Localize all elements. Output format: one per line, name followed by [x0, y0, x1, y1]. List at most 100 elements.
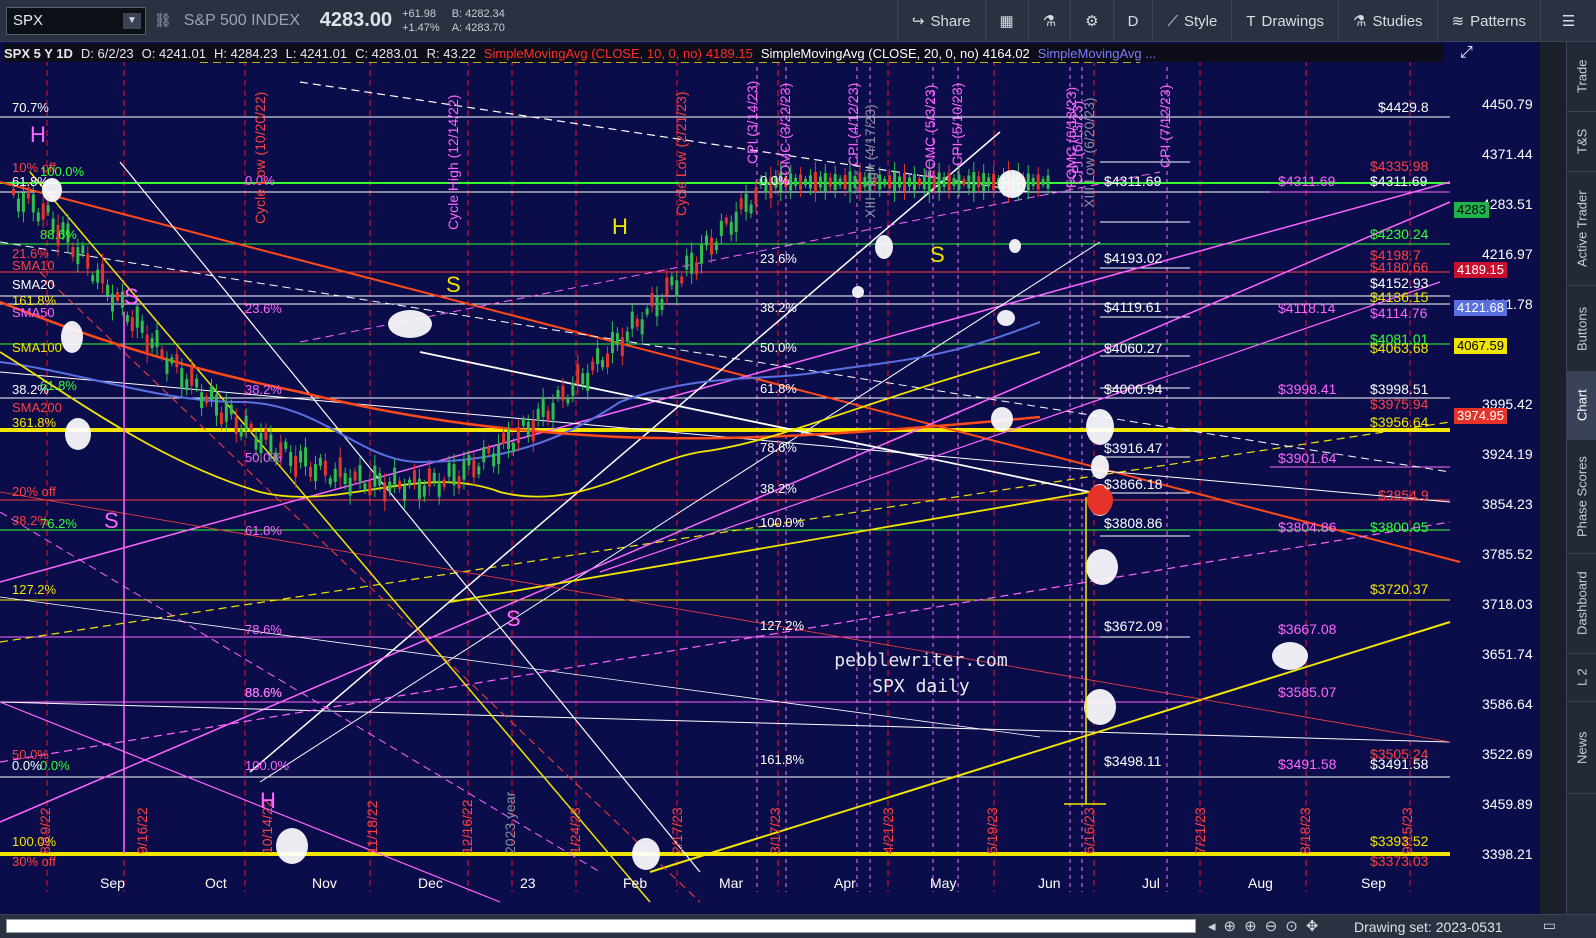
- candle-body: [571, 382, 575, 396]
- style-button[interactable]: ⟋ Style: [1152, 0, 1231, 42]
- candle-body: [581, 373, 585, 385]
- candle-body: [130, 317, 134, 332]
- candle-body: [561, 385, 565, 401]
- side-tab-trade[interactable]: Trade: [1567, 42, 1596, 112]
- candle-body: [967, 175, 971, 189]
- vertical-date-label: XIII Low (6/20/23): [1081, 97, 1097, 208]
- candle-body: [675, 280, 679, 297]
- zoom-fit-icon[interactable]: ⊙: [1285, 917, 1298, 935]
- vertical-date-label: FOMC (5/3/23): [922, 85, 938, 178]
- studies-button[interactable]: ⚗ Studies: [1338, 0, 1437, 42]
- sma-more-label[interactable]: SimpleMovingAvg ...: [1038, 46, 1156, 61]
- fib-label: 61.8%: [245, 523, 282, 538]
- candle-body: [1036, 174, 1040, 190]
- period-button[interactable]: D: [1112, 0, 1153, 42]
- price-axis[interactable]: 4450.79 4371.44 4283.51 4216.97 4141.78 3995.…: [1454, 42, 1540, 892]
- side-tab-t-s[interactable]: T&S: [1567, 112, 1596, 172]
- candle-body: [957, 174, 961, 190]
- side-tab-l-2[interactable]: L 2: [1567, 654, 1596, 702]
- candle-body: [185, 379, 189, 391]
- candle-body: [210, 385, 213, 400]
- candle-body: [462, 460, 466, 480]
- price-level-label: $3998.41: [1278, 381, 1337, 397]
- drawing-set-label[interactable]: Drawing set: 2023-0531: [1354, 919, 1503, 935]
- link-icon[interactable]: ⛓: [154, 12, 172, 29]
- candle-body: [219, 412, 223, 425]
- horizontal-scrollbar[interactable]: [6, 919, 1196, 933]
- ask-price: A: 4283.70: [451, 21, 505, 34]
- candle-body: [160, 349, 164, 358]
- side-tab-chart[interactable]: Chart: [1567, 372, 1596, 440]
- trend-line: [0, 701, 501, 903]
- candle-body: [323, 460, 327, 476]
- share-label: Share: [930, 12, 971, 30]
- candle-body: [833, 174, 837, 190]
- zoom-out-icon[interactable]: ⊖: [1265, 917, 1278, 935]
- marker-ellipse: [1086, 549, 1118, 585]
- pattern-letter: H: [612, 214, 628, 239]
- side-tab-dashboard[interactable]: Dashboard: [1567, 554, 1596, 654]
- candle-body: [205, 396, 209, 404]
- candle-body: [734, 211, 738, 232]
- vertical-date-label: 2/17/23: [669, 807, 685, 854]
- candle-body: [492, 453, 496, 467]
- pattern-letter: S: [124, 284, 139, 309]
- candle-body: [601, 360, 605, 368]
- collapse-icon[interactable]: ▭: [1543, 917, 1556, 934]
- chart-canvas[interactable]: 70.7%10% off61.8%100.0%0.0% 0.0%88.6%23.6…: [0, 42, 1540, 914]
- price-chart[interactable]: 70.7% 10% off 61.8% 100.0% 0.0% 0.0% 88.6% 23.6…: [0, 42, 1540, 914]
- side-tab-active-trader[interactable]: Active Trader: [1567, 172, 1596, 286]
- price-tick: 3459.89: [1482, 796, 1533, 812]
- back-icon[interactable]: ◂: [1208, 917, 1216, 935]
- candle-body: [695, 262, 699, 275]
- candle-body: [898, 176, 902, 188]
- side-tab-buttons[interactable]: Buttons: [1567, 286, 1596, 372]
- menu-button[interactable]: ☰: [1540, 0, 1596, 42]
- candle-body: [982, 173, 986, 191]
- flask-button[interactable]: ⚗: [1027, 0, 1070, 42]
- bar-high: H: 4284.23: [214, 45, 278, 61]
- drawings-button[interactable]: T Drawings: [1231, 0, 1338, 42]
- zoom-in-icon[interactable]: ⊕: [1244, 917, 1257, 935]
- sma10-label[interactable]: SimpleMovingAvg (CLOSE, 10, 0, no): [484, 46, 702, 61]
- sma20-label[interactable]: SimpleMovingAvg (CLOSE, 20, 0, no): [761, 46, 979, 61]
- price-tag: 4067.59: [1454, 338, 1507, 354]
- patterns-button[interactable]: ≋ Patterns: [1436, 0, 1540, 42]
- x-axis-label: Jun: [1038, 875, 1061, 891]
- price-level-label: $3854.9: [1378, 487, 1429, 503]
- crosshair-icon[interactable]: ⊕: [1224, 917, 1237, 935]
- watermark: pebblewriter.com SPX daily: [816, 648, 1026, 700]
- candle-body: [36, 212, 40, 222]
- settings-button[interactable]: ⚙: [1070, 0, 1112, 42]
- top-toolbar: SPX ▼ ⛓ S&P 500 INDEX 4283.00 +61.98 +1.…: [0, 0, 1596, 42]
- candle-body: [729, 221, 733, 235]
- marker-ellipse: [388, 310, 432, 338]
- price-tick: 3924.19: [1482, 446, 1533, 462]
- price-level-label: $4114.76: [1370, 305, 1428, 321]
- toolbar-actions: ↪ Share ▦ ⚗ ⚙ D ⟋ Style T Drawings ⚗ Studies…: [896, 0, 1596, 42]
- candle-body: [101, 263, 105, 284]
- marker-ellipse: [997, 310, 1015, 326]
- trend-line: [0, 701, 1451, 743]
- vertical-date-label: 1/24/23: [567, 807, 583, 854]
- price-level-label: $4180.66: [1370, 259, 1429, 275]
- candle-body: [452, 464, 456, 486]
- text-tool-icon: T: [1246, 12, 1256, 30]
- vertical-date-label: 9/15/23: [1399, 807, 1415, 854]
- candle-body: [888, 175, 892, 189]
- pan-icon[interactable]: ✥: [1306, 917, 1319, 935]
- price-level-label: $3901.64: [1278, 450, 1337, 466]
- price-level-label: $4429.8: [1378, 99, 1429, 115]
- symbol-input[interactable]: SPX ▼: [6, 6, 146, 35]
- candle-body: [190, 367, 194, 386]
- candle-body: [655, 296, 659, 317]
- candle-body: [21, 192, 25, 213]
- share-button[interactable]: ↪ Share: [896, 0, 985, 42]
- side-tab-phase-scores[interactable]: Phase Scores: [1567, 440, 1596, 554]
- chevron-down-icon[interactable]: ▼: [123, 12, 141, 29]
- scrollbar-thumb[interactable]: [6, 919, 1196, 933]
- bid-ask-box: B: 4282.34 A: 4283.70: [452, 7, 505, 35]
- grid-button[interactable]: ▦: [984, 0, 1028, 42]
- side-tab-news[interactable]: News: [1567, 702, 1596, 794]
- candle-body: [878, 174, 882, 190]
